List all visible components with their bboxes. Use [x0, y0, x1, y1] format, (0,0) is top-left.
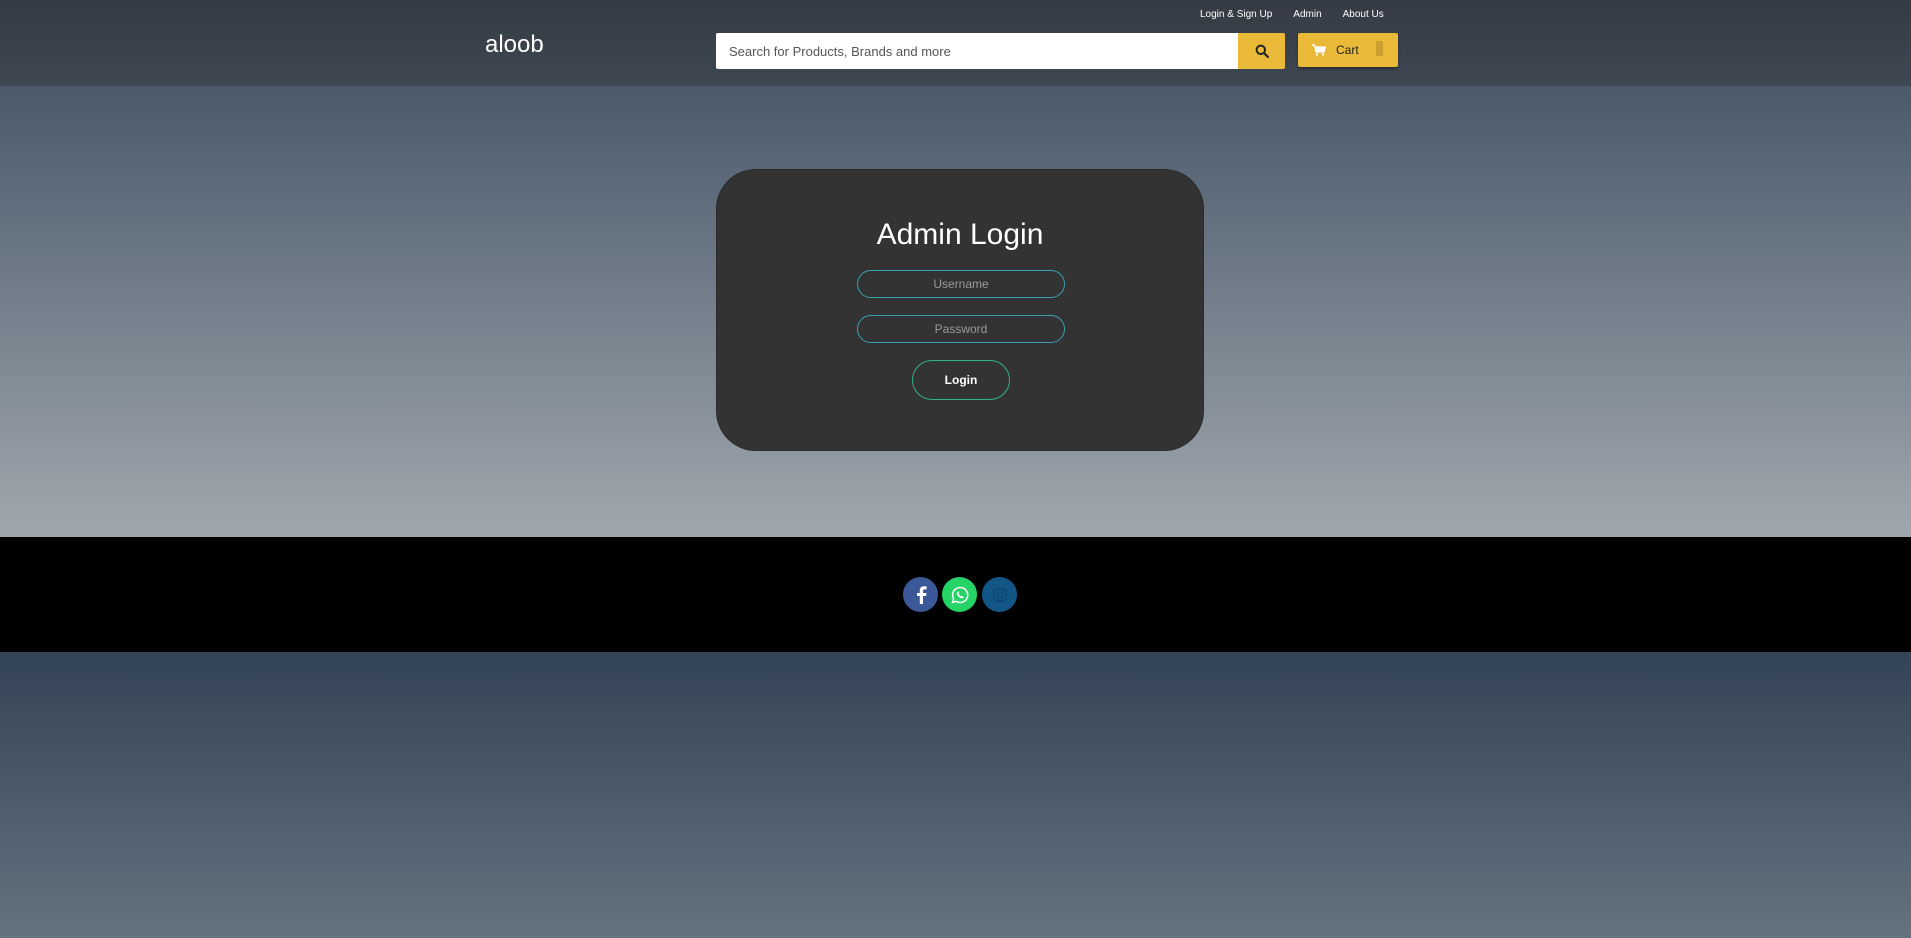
admin-link[interactable]: Admin — [1293, 9, 1321, 20]
top-nav: Login & Sign Up Admin About Us — [1200, 9, 1405, 20]
cart-button[interactable]: Cart — [1298, 33, 1398, 67]
password-field[interactable] — [857, 315, 1065, 343]
whatsapp-button[interactable] — [942, 577, 977, 612]
about-us-link[interactable]: About Us — [1343, 9, 1384, 20]
instagram-button[interactable] — [982, 577, 1017, 612]
facebook-button[interactable] — [903, 577, 938, 612]
cart-icon — [1312, 44, 1326, 56]
facebook-icon — [916, 585, 927, 604]
instagram-icon — [992, 587, 1007, 602]
cart-label: Cart — [1336, 43, 1359, 57]
admin-login-card: Admin Login Login — [716, 169, 1204, 451]
search-button[interactable] — [1238, 33, 1285, 69]
username-field[interactable] — [857, 270, 1065, 298]
search-icon — [1255, 44, 1269, 58]
login-button[interactable]: Login — [912, 360, 1010, 400]
site-logo[interactable]: aloob — [485, 31, 544, 59]
site-footer — [0, 537, 1911, 652]
site-header: Login & Sign Up Admin About Us aloob Car… — [0, 0, 1911, 86]
cart-count-badge — [1376, 41, 1383, 56]
search-input[interactable] — [716, 33, 1239, 69]
whatsapp-icon — [951, 586, 968, 603]
login-title: Admin Login — [876, 218, 1044, 251]
page-background — [0, 652, 1911, 938]
login-signup-link[interactable]: Login & Sign Up — [1200, 9, 1272, 20]
